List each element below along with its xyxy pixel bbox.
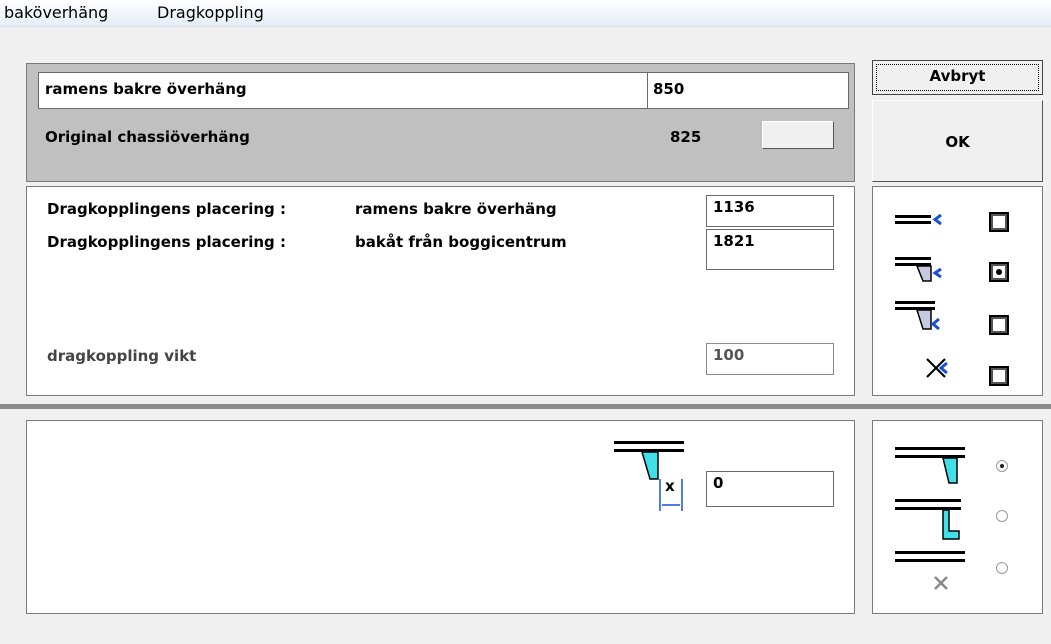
low-bracket-coupling-icon	[895, 301, 940, 331]
x-label: x	[665, 477, 675, 495]
coupling-position-label-2: Dragkopplingens placering :	[47, 233, 287, 251]
cancel-button[interactable]: Avbryt	[872, 60, 1043, 95]
menu-item-coupling[interactable]: Dragkoppling	[157, 3, 264, 22]
coupling-panel: Dragkopplingens placering : ramens bakre…	[26, 186, 855, 396]
ok-button-label: OK	[945, 133, 970, 151]
bracket-type-none-icon	[895, 551, 965, 590]
bracket-type-2-icon	[895, 499, 961, 540]
menu-bar: baköverhäng Dragkoppling	[0, 0, 1051, 27]
coupling-weight-label: dragkoppling vikt	[47, 347, 197, 365]
bracket-type-panel	[872, 420, 1043, 614]
no-coupling-icon	[926, 358, 948, 378]
overhang-panel: ramens bakre överhäng 850 Original chass…	[26, 63, 855, 182]
coupling-type-radio-3[interactable]	[989, 315, 1009, 335]
frame-end-coupling-icon	[895, 213, 942, 226]
coupling-position-label-1: Dragkopplingens placering :	[47, 200, 287, 218]
original-overhang-label: Original chassiöverhäng	[45, 128, 250, 146]
field-separator	[647, 73, 648, 108]
bracket-type-radio-1[interactable]	[996, 460, 1008, 472]
menu-item-overhang[interactable]: baköverhäng	[4, 3, 108, 22]
x-offset-input[interactable]: 0	[706, 471, 834, 507]
coupling-type-radio-2[interactable]	[989, 262, 1009, 282]
bracket-offset-icon	[614, 441, 684, 511]
coupling-type-radio-1[interactable]	[989, 212, 1009, 232]
coupling-position-input-2[interactable]: 1821	[706, 229, 834, 270]
reset-overhang-button[interactable]	[762, 121, 834, 149]
bracket-type-radio-3[interactable]	[996, 562, 1008, 574]
section-divider	[0, 404, 1051, 409]
overhang-label: ramens bakre överhäng	[45, 80, 247, 98]
coupling-weight-input[interactable]: 100	[706, 343, 834, 375]
bracket-type-radio-2[interactable]	[996, 510, 1008, 522]
ok-button[interactable]: OK	[872, 100, 1043, 182]
coupling-position-desc-2: bakåt från boggicentrum	[355, 233, 567, 251]
coupling-type-panel	[872, 186, 1043, 396]
coupling-position-input-1[interactable]: 1136	[706, 195, 834, 227]
bracket-type-1-icon	[895, 447, 965, 484]
bracket-panel: x 0	[26, 420, 855, 614]
cancel-button-label: Avbryt	[929, 67, 986, 85]
overhang-row: ramens bakre överhäng 850	[38, 72, 849, 109]
overhang-input[interactable]: 850	[653, 80, 684, 98]
coupling-position-desc-1: ramens bakre överhäng	[355, 200, 557, 218]
original-overhang-value: 825	[670, 128, 702, 146]
coupling-type-radio-4[interactable]	[989, 366, 1009, 386]
bracket-coupling-icon	[895, 257, 942, 282]
